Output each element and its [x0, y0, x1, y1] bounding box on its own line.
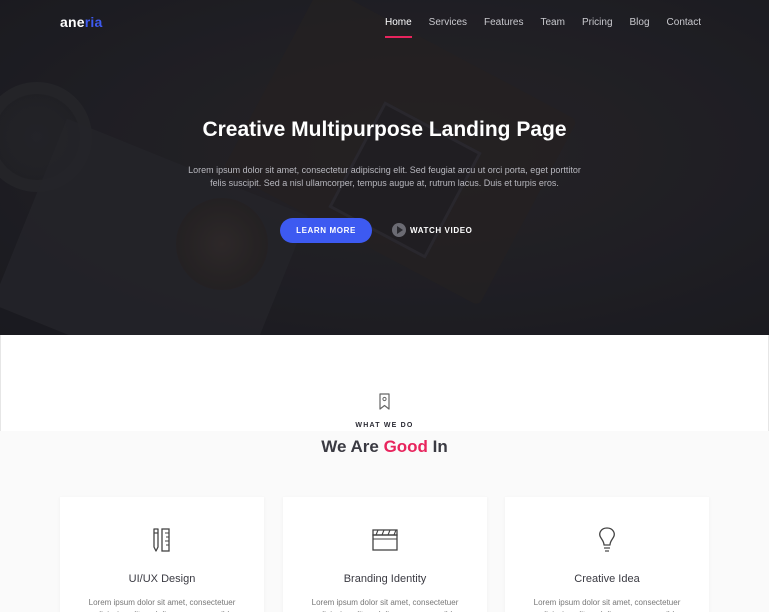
logo[interactable]: aneria — [60, 14, 102, 30]
play-icon — [392, 223, 406, 237]
nav-item-contact[interactable]: Contact — [667, 17, 701, 28]
card-title: UI/UX Design — [128, 573, 196, 585]
nav-item-pricing[interactable]: Pricing — [582, 17, 613, 28]
learn-more-button[interactable]: LEARN MORE — [280, 218, 372, 243]
card-text: Lorem ipsum dolor sit amet, consectetuer… — [311, 598, 459, 612]
watch-video-button[interactable]: WATCH VIDEO — [392, 223, 472, 237]
services-section: WHAT WE DO We Are Good In UI/UX Design L… — [0, 335, 769, 612]
nav-item-blog[interactable]: Blog — [630, 17, 650, 28]
watch-video-label: WATCH VIDEO — [410, 225, 473, 235]
clapperboard-icon — [372, 529, 398, 551]
nav-item-features[interactable]: Features — [484, 17, 523, 28]
bookmark-icon — [379, 393, 390, 410]
nav-item-home[interactable]: Home — [384, 17, 412, 38]
nav-item-team[interactable]: Team — [540, 17, 564, 28]
pencil-ruler-icon — [153, 528, 170, 552]
nav-menu: Home Services Features Team Pricing Blog… — [368, 17, 701, 38]
service-card-creative[interactable]: Creative Idea Lorem ipsum dolor sit amet… — [505, 497, 709, 612]
nav-item-services[interactable]: Services — [429, 17, 467, 28]
card-text: Lorem ipsum dolor sit amet, consectetuer… — [88, 598, 236, 612]
card-title: Branding Identity — [343, 573, 427, 585]
lightbulb-icon — [599, 527, 615, 552]
service-card-branding[interactable]: Branding Identity Lorem ipsum dolor sit … — [283, 497, 487, 612]
card-text: Lorem ipsum dolor sit amet, consectetuer… — [533, 598, 681, 612]
hero-title: Creative Multipurpose Landing Page — [202, 118, 567, 141]
hero-description: Lorem ipsum dolor sit amet, consectetur … — [188, 165, 581, 188]
section-kicker: WHAT WE DO — [355, 422, 414, 429]
section-heading: We Are Good In — [321, 437, 448, 456]
service-card-ui-ux[interactable]: UI/UX Design Lorem ipsum dolor sit amet,… — [60, 497, 264, 612]
card-title: Creative Idea — [574, 573, 640, 585]
top-nav: aneria Home Services Features Team Prici… — [0, 0, 769, 46]
hero-section: aneria Home Services Features Team Prici… — [0, 0, 769, 335]
